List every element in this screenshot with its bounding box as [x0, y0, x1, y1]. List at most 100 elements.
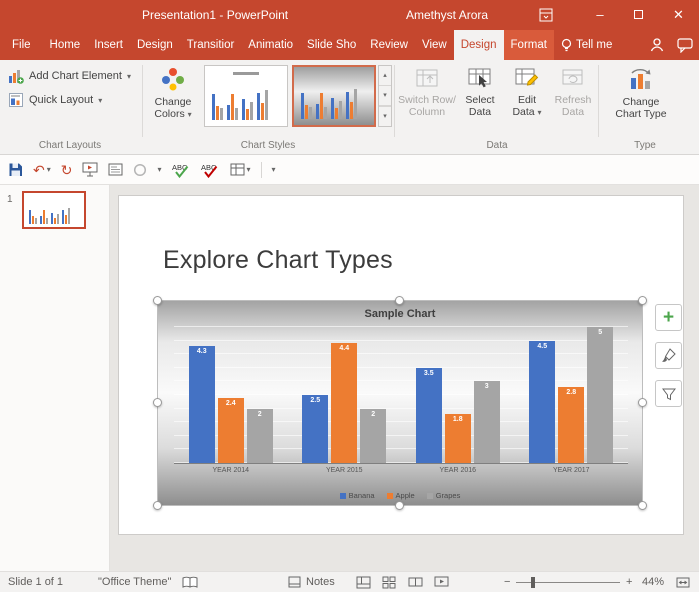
insert-table-button[interactable]: ▾ [230, 163, 251, 176]
slide-sorter-view-icon[interactable] [382, 576, 397, 589]
signed-in-user[interactable]: Amethyst Arora [406, 0, 488, 30]
edit-data-button[interactable]: Edit Data ▾ [506, 64, 548, 119]
close-button[interactable]: ✕ [658, 0, 699, 30]
tab-insert[interactable]: Insert [87, 30, 130, 60]
bar-apple[interactable]: 2.4 [217, 397, 244, 463]
zoom-in-button[interactable]: + [626, 572, 632, 592]
quick-layout-icon [8, 92, 24, 108]
reading-view-icon[interactable] [408, 576, 423, 588]
customize-qat-icon[interactable]: ▾ [272, 165, 276, 174]
bar-group: 4.3 2.4 2 [174, 327, 288, 463]
chart-plot: 4.3 2.4 2 2.5 4.4 2 3.5 1.8 3 4.5 2.8 5 [174, 326, 628, 464]
tab-design[interactable]: Design [130, 30, 180, 60]
tab-animations[interactable]: Animatio [241, 30, 300, 60]
maximize-button[interactable] [622, 0, 654, 30]
share-person-icon[interactable] [643, 30, 671, 60]
bar-banana[interactable]: 4.3 [188, 346, 215, 463]
switch-row-column-button[interactable]: Switch Row/ Column [398, 64, 456, 118]
selection-handle[interactable] [153, 501, 162, 510]
data-label: 4.5 [537, 342, 548, 350]
normal-view-icon[interactable] [356, 576, 371, 589]
legend-item: Grapes [426, 491, 460, 500]
tab-file[interactable]: File [0, 30, 43, 60]
bar-banana[interactable]: 2.5 [302, 395, 329, 463]
category-label: YEAR 2014 [212, 467, 250, 474]
tab-chart-tools-format[interactable]: Format [503, 30, 554, 60]
zoom-out-button[interactable]: − [504, 572, 510, 592]
selection-handle[interactable] [395, 501, 404, 510]
redo-button[interactable]: ↻ [61, 163, 73, 177]
spelling-check-button[interactable]: ABC [172, 162, 191, 178]
selection-handle[interactable] [638, 501, 647, 510]
gallery-more-icon[interactable]: ▾ [379, 106, 391, 127]
tab-view[interactable]: View [415, 30, 454, 60]
select-data-button[interactable]: Select Data [458, 64, 502, 118]
zoom-level-label[interactable]: 44% [642, 572, 664, 592]
tab-slide-show[interactable]: Slide Sho [300, 30, 363, 60]
toolbar-dropdown-icon[interactable]: ▾ [157, 165, 161, 174]
add-chart-element-button[interactable]: Add Chart Element ▾ [4, 65, 135, 87]
notes-button[interactable]: Notes [306, 572, 335, 592]
brush-icon [661, 348, 676, 363]
selection-handle[interactable] [395, 296, 404, 305]
data-label: 5 [598, 329, 603, 336]
edit-data-icon [514, 64, 540, 94]
quick-layout-button[interactable]: Quick Layout ▾ [4, 89, 106, 111]
save-button[interactable] [8, 162, 23, 177]
tab-review[interactable]: Review [363, 30, 415, 60]
bar-apple[interactable]: 4.4 [331, 343, 358, 463]
slide-title-text[interactable]: Explore Chart Types [163, 246, 393, 275]
bar-grapes[interactable]: 2 [246, 408, 273, 463]
gallery-scroll-up-icon[interactable]: ▴ [379, 66, 391, 86]
zoom-slider-thumb[interactable] [531, 577, 535, 588]
minimize-button[interactable]: – [584, 0, 616, 30]
chart-styles-button[interactable] [655, 342, 682, 369]
bar-banana[interactable]: 3.5 [415, 367, 442, 463]
legend-item: Banana [339, 491, 375, 500]
undo-button[interactable]: ↶ ▾ [33, 163, 51, 177]
gallery-scroll-down-icon[interactable]: ▾ [379, 86, 391, 106]
bar-apple[interactable]: 1.8 [444, 414, 471, 463]
tab-chart-tools-design[interactable]: Design [453, 30, 504, 60]
change-colors-button[interactable]: Change Colors ▾ [146, 64, 200, 121]
selection-handle[interactable] [638, 296, 647, 305]
chart-style-1-thumbnail[interactable] [204, 65, 288, 127]
bar-grapes[interactable]: 3 [473, 381, 500, 463]
selection-handle[interactable] [638, 398, 647, 407]
ribbon-display-options-icon[interactable] [538, 7, 554, 23]
tab-tell-me[interactable]: Tell me [554, 30, 619, 60]
fit-to-window-icon[interactable] [676, 576, 690, 589]
chart-elements-button[interactable]: + [655, 304, 682, 331]
chart-legend: Banana Apple Grapes [158, 491, 642, 500]
change-chart-type-button[interactable]: Change Chart Type [608, 64, 674, 120]
comments-icon[interactable] [671, 30, 699, 60]
bar-banana[interactable]: 4.5 [529, 340, 556, 463]
tab-transitions[interactable]: Transitior [180, 30, 242, 60]
bar-apple[interactable]: 2.8 [558, 386, 585, 463]
new-slide-button[interactable] [108, 163, 123, 176]
quick-access-toolbar: ↶ ▾ ↻ ▾ ABC ABC ▾ ▾ [0, 155, 699, 185]
chart-object[interactable]: Sample Chart 4.3 2.4 2 2.5 4.4 2 3.5 1.8 3 4.5 2.8… [153, 296, 647, 510]
bar-grapes[interactable]: 5 [587, 327, 614, 463]
proofing-check-button[interactable]: ABC [201, 162, 220, 178]
spell-check-status-icon[interactable] [182, 576, 198, 589]
slideshow-view-icon[interactable] [434, 576, 449, 589]
start-slideshow-button[interactable] [82, 162, 98, 177]
chart-x-axis-line [174, 463, 628, 464]
group-label-type: Type [634, 140, 656, 151]
slide-thumbnail-panel: 1 [0, 185, 110, 571]
chart-title[interactable]: Sample Chart [158, 308, 642, 320]
tab-home[interactable]: Home [43, 30, 88, 60]
refresh-data-button[interactable]: Refresh Data [550, 64, 596, 118]
chart-style-2-thumbnail-selected[interactable] [292, 65, 376, 127]
group-label-data: Data [486, 140, 508, 151]
chart-filters-button[interactable] [655, 380, 682, 407]
slide[interactable]: Explore Chart Types Sample Chart 4.3 2.4 2… [118, 195, 684, 535]
selection-handle[interactable] [153, 398, 162, 407]
data-label: 2.4 [225, 399, 236, 407]
selection-handle[interactable] [153, 296, 162, 305]
bar-grapes[interactable]: 2 [360, 408, 387, 463]
slide-number: 1 [7, 194, 13, 205]
shape-button-disabled[interactable] [133, 163, 147, 177]
slide-1-thumbnail[interactable] [22, 191, 86, 229]
